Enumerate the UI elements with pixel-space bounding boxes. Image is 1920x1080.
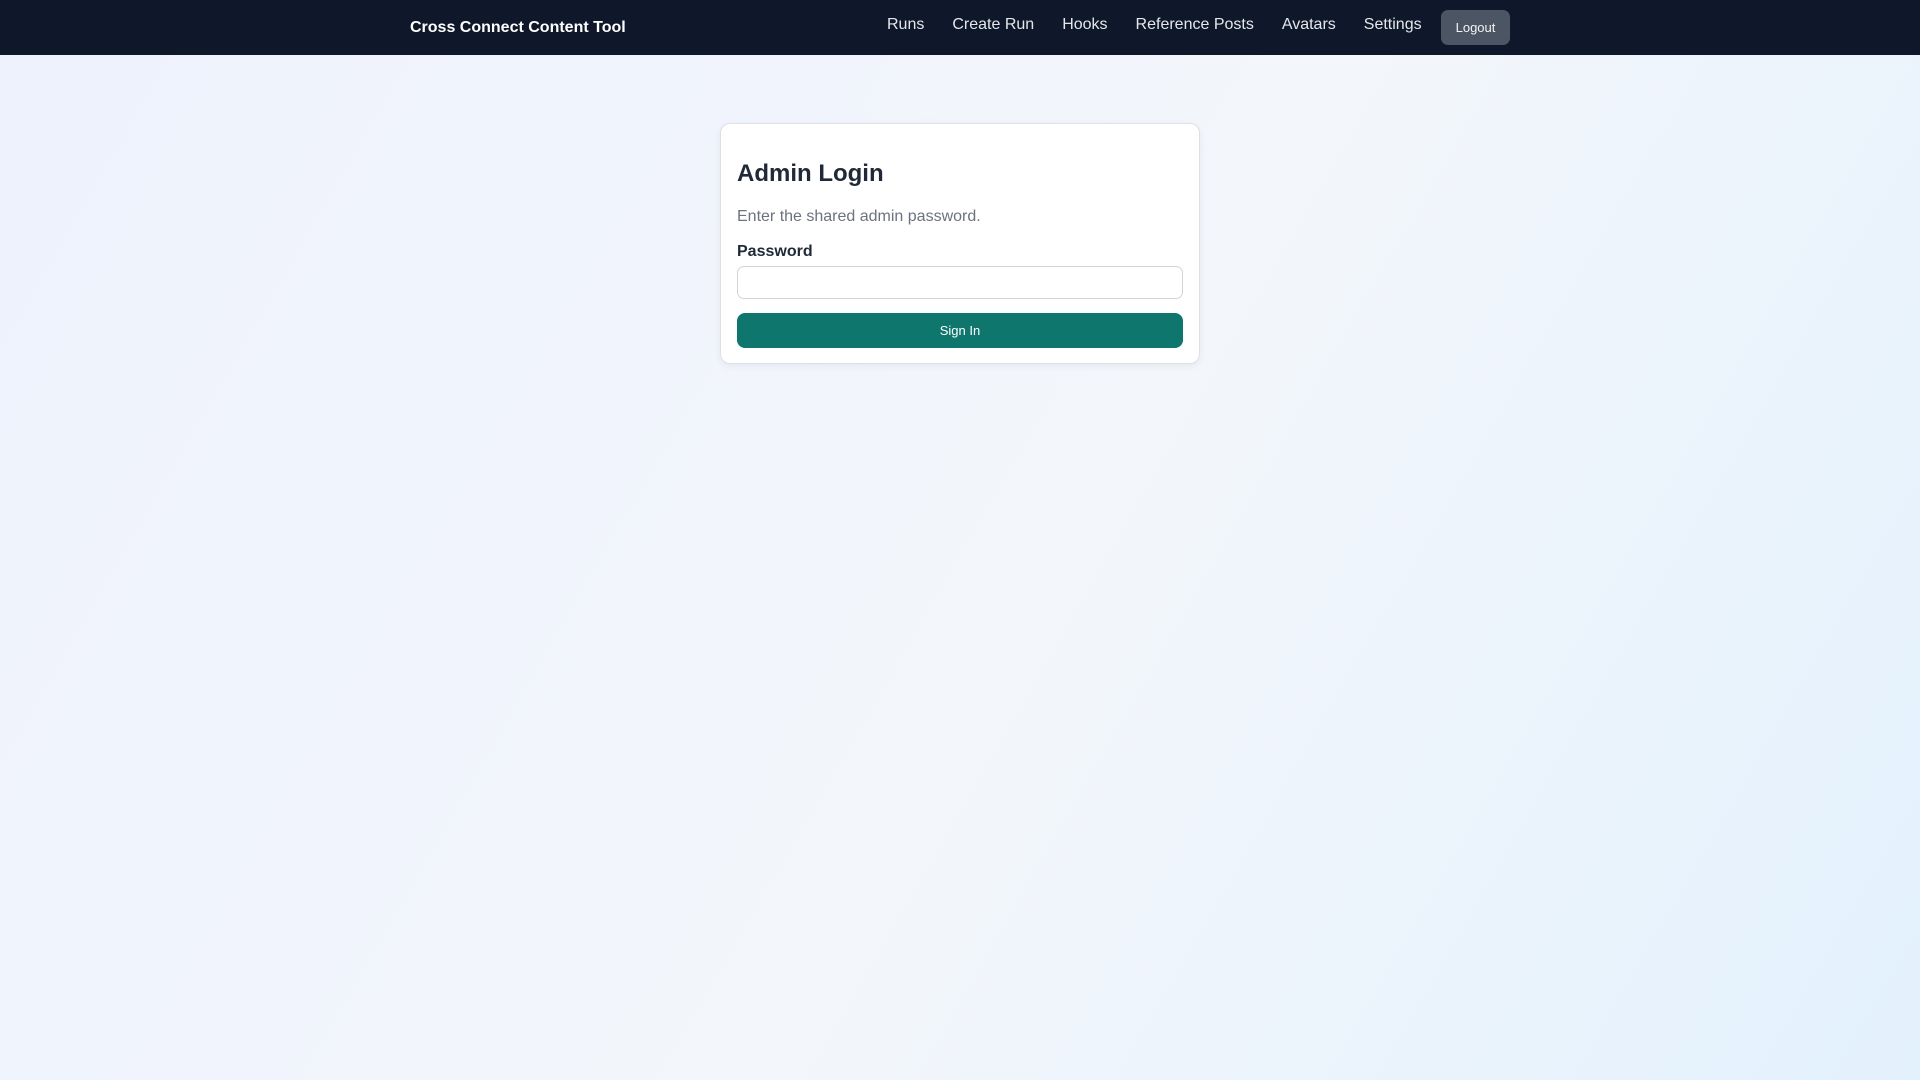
- login-title: Admin Login: [737, 160, 884, 187]
- nav-link-reference-posts[interactable]: Reference Posts: [1136, 16, 1254, 34]
- top-navbar: Cross Connect Content Tool Runs Create R…: [0, 0, 1920, 55]
- nav-link-hooks[interactable]: Hooks: [1062, 16, 1107, 34]
- nav-link-runs[interactable]: Runs: [887, 16, 924, 34]
- sign-in-button[interactable]: Sign In: [737, 313, 1183, 348]
- main-nav: Runs Create Run Hooks Reference Posts Av…: [887, 0, 1422, 50]
- login-card: Admin Login Enter the shared admin passw…: [720, 123, 1200, 364]
- password-input[interactable]: [737, 266, 1183, 299]
- nav-link-avatars[interactable]: Avatars: [1282, 16, 1336, 34]
- nav-link-settings[interactable]: Settings: [1364, 16, 1422, 34]
- logout-button[interactable]: Logout: [1441, 10, 1510, 45]
- nav-link-create-run[interactable]: Create Run: [952, 16, 1034, 34]
- login-subtitle: Enter the shared admin password.: [737, 208, 981, 225]
- password-label: Password: [737, 243, 813, 260]
- app-title[interactable]: Cross Connect Content Tool: [410, 0, 626, 55]
